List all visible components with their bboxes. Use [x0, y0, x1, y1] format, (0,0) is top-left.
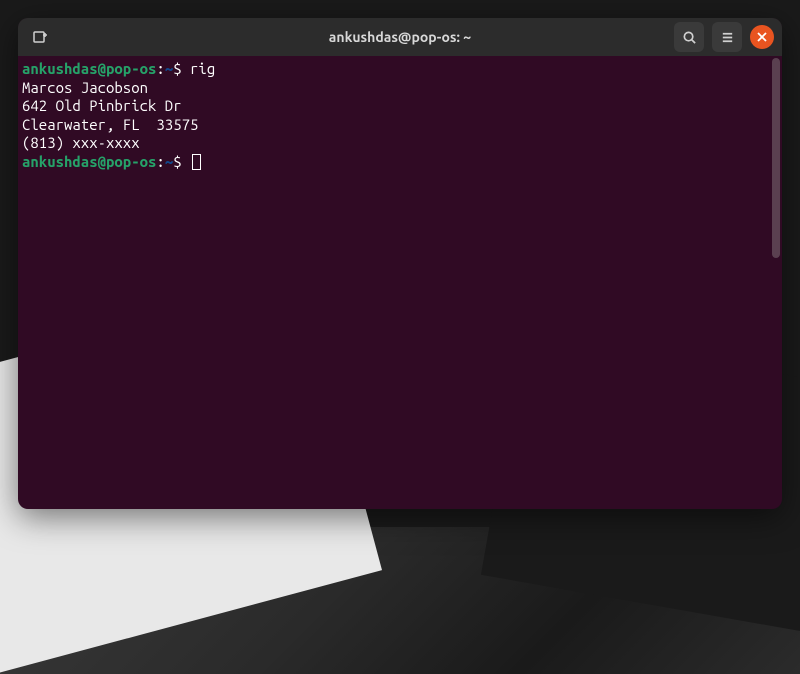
prompt-line-2: ankushdas@pop-os:~$: [22, 153, 778, 172]
prompt-path: ~: [165, 60, 173, 77]
new-tab-button[interactable]: [26, 23, 54, 51]
command-text: rig: [182, 60, 216, 77]
prompt-symbol: $: [173, 60, 181, 77]
output-name: Marcos Jacobson: [22, 79, 778, 98]
new-tab-icon: [32, 29, 48, 45]
close-button[interactable]: [750, 25, 774, 49]
terminal-body[interactable]: ankushdas@pop-os:~$ rig Marcos Jacobson …: [18, 56, 782, 509]
terminal-window: ankushdas@pop-os: ~: [18, 18, 782, 509]
prompt-user-host: ankushdas@pop-os: [22, 60, 156, 77]
output-city: Clearwater, FL 33575: [22, 116, 778, 135]
prompt-user-host: ankushdas@pop-os: [22, 153, 156, 170]
titlebar-right: [674, 22, 774, 52]
output-street: 642 Old Pinbrick Dr: [22, 97, 778, 116]
menu-button[interactable]: [712, 22, 742, 52]
window-title: ankushdas@pop-os: ~: [329, 29, 471, 45]
search-icon: [682, 30, 697, 45]
hamburger-icon: [720, 30, 735, 45]
close-icon: [757, 32, 767, 42]
titlebar: ankushdas@pop-os: ~: [18, 18, 782, 56]
prompt-symbol: $: [173, 153, 181, 170]
prompt-line-1: ankushdas@pop-os:~$ rig: [22, 60, 778, 79]
prompt-colon: :: [156, 153, 164, 170]
prompt-colon: :: [156, 60, 164, 77]
cursor: [192, 154, 201, 170]
prompt-path: ~: [165, 153, 173, 170]
output-phone: (813) xxx-xxxx: [22, 134, 778, 153]
scrollbar[interactable]: [772, 58, 780, 258]
titlebar-left: [26, 23, 54, 51]
search-button[interactable]: [674, 22, 704, 52]
